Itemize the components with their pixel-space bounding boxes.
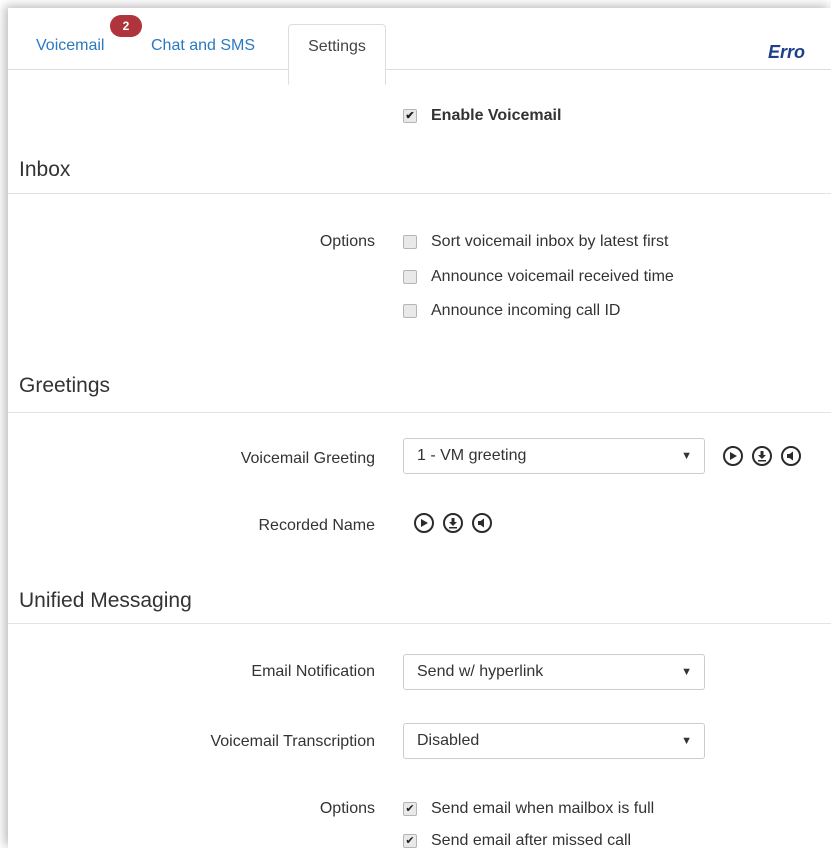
tab-bar: Voicemail 2 Chat and SMS Settings Erro (8, 8, 831, 85)
play-icon[interactable] (414, 513, 434, 533)
checkbox-label: Announce voicemail received time (431, 268, 674, 285)
voicemail-settings-panel: Voicemail 2 Chat and SMS Settings Erro ✔… (8, 8, 831, 848)
divider (8, 412, 831, 413)
checkbox-box[interactable] (403, 304, 417, 318)
inbox-options-label: Options (319, 233, 375, 250)
enable-voicemail-label: Enable Voicemail (431, 107, 562, 124)
announce-received-time-checkbox[interactable]: Announce voicemail received time (403, 268, 674, 286)
voicemail-count-badge: 2 (110, 15, 142, 37)
checkbox-label: Announce incoming call ID (431, 302, 621, 319)
download-icon[interactable] (752, 446, 772, 466)
divider (8, 623, 831, 624)
recorded-name-label: Recorded Name (258, 517, 376, 534)
dropdown-caret-icon: ▼ (681, 450, 692, 462)
checkbox-box[interactable] (403, 235, 417, 249)
speaker-icon[interactable] (781, 446, 801, 466)
email-mailbox-full-checkbox[interactable]: ✔ Send email when mailbox is full (403, 800, 654, 818)
select-value: 1 - VM greeting (417, 447, 527, 464)
tab-chat-and-sms[interactable]: Chat and SMS (151, 8, 255, 68)
select-value: Disabled (417, 732, 480, 749)
download-icon[interactable] (443, 513, 463, 533)
checkbox-box[interactable]: ✔ (403, 834, 417, 848)
voicemail-greeting-select[interactable]: 1 - VM greeting ▼ (403, 438, 705, 474)
play-icon[interactable] (723, 446, 743, 466)
divider (8, 193, 831, 194)
email-notification-label: Email Notification (251, 663, 375, 680)
error-text: Erro (768, 42, 806, 62)
voicemail-transcription-select[interactable]: Disabled ▼ (403, 723, 705, 759)
email-notification-select[interactable]: Send w/ hyperlink ▼ (403, 654, 705, 690)
greetings-heading: Greetings (19, 374, 111, 397)
sort-latest-first-checkbox[interactable]: Sort voicemail inbox by latest first (403, 233, 668, 251)
dropdown-caret-icon: ▼ (681, 666, 692, 678)
checkbox-label: Send email when mailbox is full (431, 800, 655, 817)
checkbox-box[interactable]: ✔ (403, 109, 417, 123)
checkbox-label: Send email after missed call (431, 832, 632, 848)
voicemail-greeting-label: Voicemail Greeting (240, 450, 375, 467)
tab-voicemail[interactable]: Voicemail (36, 8, 104, 68)
email-missed-call-checkbox[interactable]: ✔ Send email after missed call (403, 832, 631, 848)
select-value: Send w/ hyperlink (417, 663, 544, 680)
voicemail-transcription-label: Voicemail Transcription (210, 733, 375, 750)
checkbox-box[interactable] (403, 270, 417, 284)
unified-options-label: Options (319, 800, 375, 817)
unified-messaging-heading: Unified Messaging (19, 589, 192, 612)
enable-voicemail-checkbox[interactable]: ✔ Enable Voicemail (403, 107, 561, 125)
checkbox-box[interactable]: ✔ (403, 802, 417, 816)
checkbox-label: Sort voicemail inbox by latest first (431, 233, 669, 250)
inbox-heading: Inbox (19, 158, 71, 181)
announce-caller-id-checkbox[interactable]: Announce incoming call ID (403, 302, 620, 320)
dropdown-caret-icon: ▼ (681, 735, 692, 747)
speaker-icon[interactable] (472, 513, 492, 533)
tab-settings[interactable]: Settings (288, 24, 386, 85)
